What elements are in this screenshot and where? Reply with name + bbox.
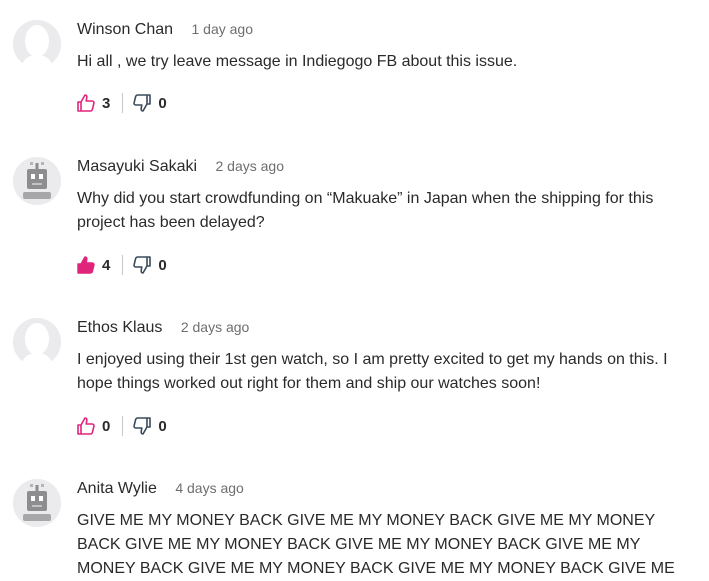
- vote-bar: 3 0: [76, 92, 167, 114]
- upvote-count: 0: [102, 417, 111, 435]
- downvote-button[interactable]: 0: [132, 255, 167, 275]
- vote-divider: [122, 416, 124, 436]
- comment-text: Hi all , we try leave message in Indiego…: [77, 53, 518, 70]
- vote-bar: 0 0: [76, 415, 167, 437]
- downvote-count: 0: [158, 94, 167, 112]
- avatar[interactable]: [13, 157, 61, 205]
- upvote-count: 4: [102, 256, 111, 274]
- upvote-count: 3: [102, 94, 111, 112]
- default-user-avatar-icon: [13, 318, 61, 366]
- avatar[interactable]: [13, 318, 61, 366]
- downvote-button[interactable]: 0: [132, 416, 167, 436]
- comment-timestamp: 2 days ago: [215, 158, 285, 174]
- vote-divider: [122, 93, 124, 113]
- comment-text: I enjoyed using their 1st gen watch, so …: [77, 351, 668, 392]
- thumbs-up-icon: [76, 93, 96, 113]
- upvote-button[interactable]: 3: [76, 93, 110, 113]
- thumbs-up-icon: [76, 416, 96, 436]
- vote-bar: 4 0: [76, 254, 167, 276]
- upvote-button[interactable]: 0: [76, 416, 110, 436]
- comment-author[interactable]: Anita Wylie: [77, 480, 157, 497]
- comment-text: GIVE ME MY MONEY BACK GIVE ME MY MONEY B…: [77, 512, 675, 577]
- downvote-count: 0: [158, 417, 167, 435]
- comment-author[interactable]: Masayuki Sakaki: [77, 158, 197, 175]
- comment-timestamp: 1 day ago: [191, 21, 254, 37]
- upvote-button[interactable]: 4: [76, 255, 110, 275]
- comment-timestamp: 2 days ago: [180, 319, 250, 335]
- avatar[interactable]: [13, 479, 61, 527]
- comment-timestamp: 4 days ago: [175, 480, 244, 496]
- thumbs-down-icon: [132, 255, 152, 275]
- thumbs-up-filled-icon: [76, 255, 96, 275]
- comments-feed: Winson Chan 1 day ago Hi all , we try le…: [0, 0, 709, 581]
- thumbs-down-icon: [132, 93, 152, 113]
- avatar[interactable]: [13, 20, 61, 68]
- vote-divider: [122, 255, 124, 275]
- comment-text: Why did you start crowdfunding on “Makua…: [77, 190, 654, 231]
- downvote-count: 0: [158, 256, 167, 274]
- comment-author[interactable]: Ethos Klaus: [77, 319, 162, 336]
- default-user-avatar-icon: [13, 20, 61, 68]
- comment-author[interactable]: Winson Chan: [77, 21, 173, 38]
- downvote-button[interactable]: 0: [132, 93, 167, 113]
- thumbs-down-icon: [132, 416, 152, 436]
- robot-avatar-icon: [13, 479, 61, 527]
- robot-avatar-icon: [13, 157, 61, 205]
